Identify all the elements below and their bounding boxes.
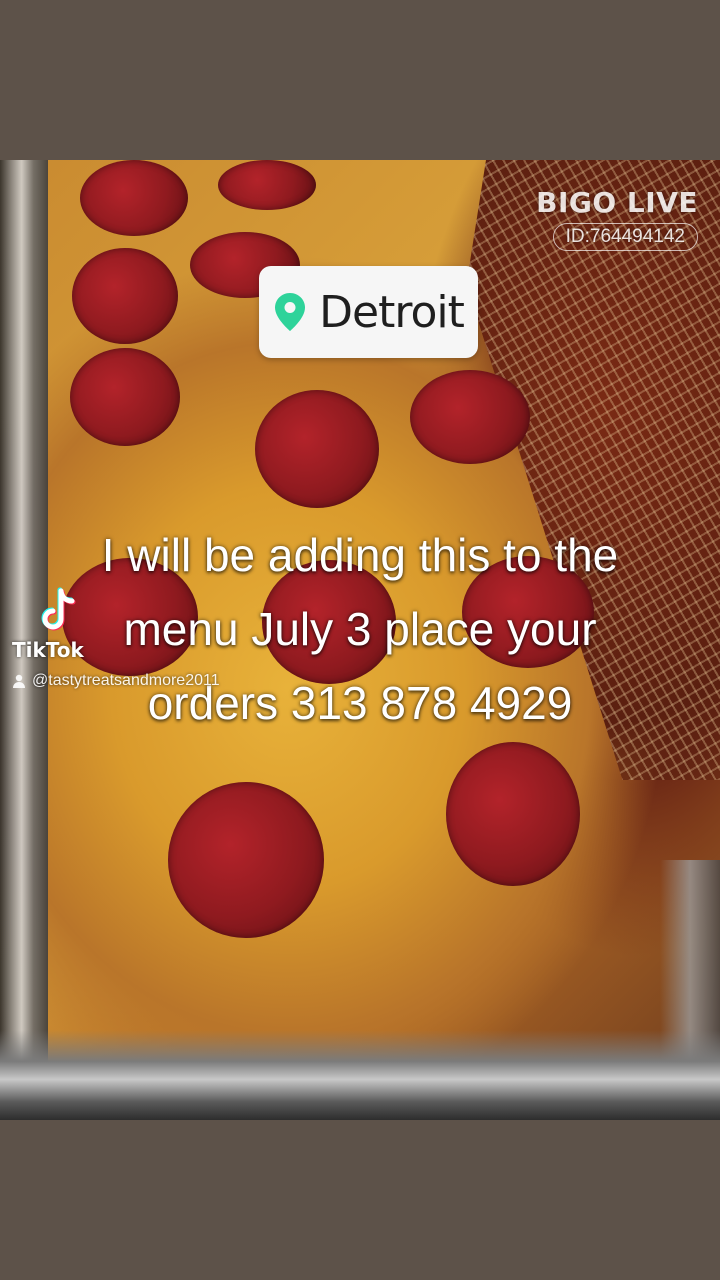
location-sticker[interactable]: Detroit — [259, 266, 478, 358]
pepperoni — [218, 160, 316, 210]
pepperoni — [72, 248, 178, 344]
tiktok-brand: TikTok — [12, 638, 84, 662]
bottom-letterbox — [0, 1120, 720, 1280]
caption-text: I will be adding this to the menu July 3… — [30, 518, 690, 740]
pepperoni — [255, 390, 379, 508]
top-letterbox — [0, 0, 720, 160]
bigo-watermark: BIGO LIVE ID:764494142 — [536, 186, 698, 251]
tiktok-logo-icon — [41, 587, 76, 631]
username-text: @tastytreatsandmore2011 — [32, 672, 220, 689]
bigo-id: ID:764494142 — [552, 223, 698, 251]
pepperoni — [80, 160, 188, 236]
location-name: Detroit — [319, 286, 465, 338]
pepperoni — [410, 370, 530, 464]
pepperoni — [70, 348, 180, 446]
map-pin-icon — [275, 293, 306, 331]
caption-line: I will be adding this to the — [101, 529, 619, 581]
bigo-brand: BIGO LIVE — [536, 186, 698, 219]
user-icon — [13, 674, 25, 688]
tiktok-username: @tastytreatsandmore2011 — [12, 672, 220, 690]
foil-tray-bottom — [0, 1030, 720, 1120]
tiktok-watermark: TikTok — [12, 586, 84, 662]
pepperoni — [446, 742, 580, 886]
caption-line: menu July 3 place your — [123, 603, 597, 655]
pepperoni — [168, 782, 324, 938]
